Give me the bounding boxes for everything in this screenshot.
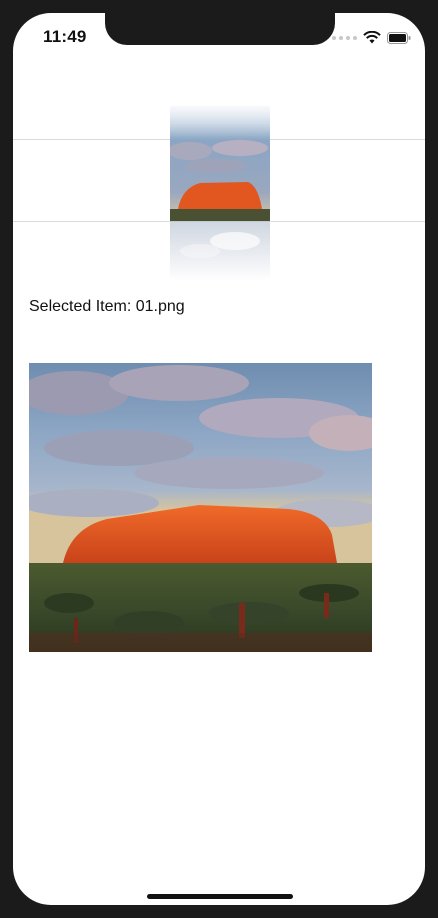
signal-dots-icon (332, 35, 357, 40)
phone-frame: 11:49 Selected Item: 01.png (0, 0, 438, 918)
battery-icon (387, 31, 411, 44)
screen: 11:49 Selected Item: 01.png (13, 13, 425, 905)
status-icons (332, 31, 411, 44)
carousel-item-thumbnail[interactable] (170, 106, 270, 221)
carousel-item-reflection (170, 221, 270, 281)
wifi-icon (363, 31, 381, 44)
status-time: 11:49 (43, 27, 87, 46)
home-indicator[interactable] (147, 894, 293, 899)
selected-item-label: Selected Item: 01.png (29, 298, 185, 315)
notch (105, 13, 335, 45)
selected-image-preview (29, 363, 372, 652)
